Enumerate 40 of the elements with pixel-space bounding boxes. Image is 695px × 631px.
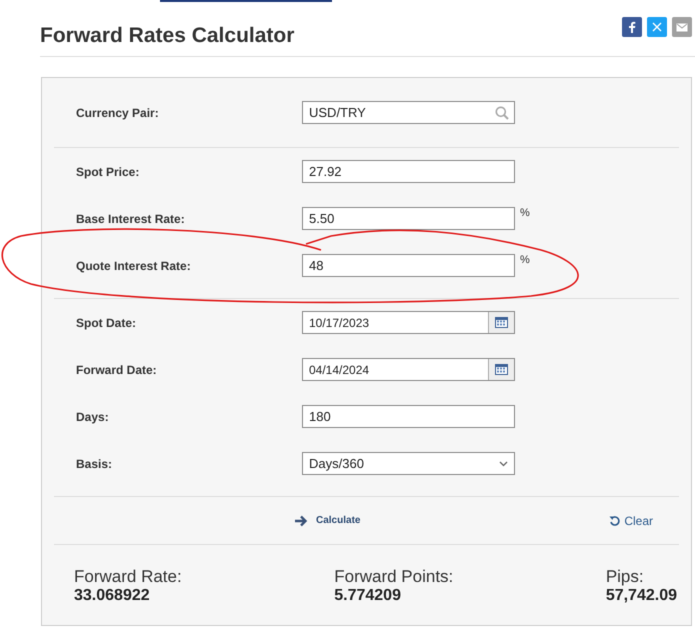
share-button[interactable] (647, 17, 667, 37)
result-label: Forward Points: (334, 567, 454, 587)
unit-label: % (520, 207, 530, 219)
input-field[interactable]: 48 (302, 254, 515, 277)
result-label: Forward Rate: (74, 567, 182, 587)
undo-icon (609, 515, 620, 526)
field-label: Currency Pair: (75, 106, 160, 120)
calendar-icon (495, 317, 508, 328)
result-value: 57,742.09 (606, 587, 677, 605)
field-label: Basis: (75, 456, 114, 470)
calendar-button[interactable] (488, 359, 514, 380)
field-label: Days: (75, 410, 110, 424)
calculate-button[interactable]: Calculate (290, 510, 364, 530)
result-label: Pips: (606, 567, 645, 587)
field-label: Quote Interest Rate: (75, 258, 192, 272)
clear-button[interactable]: Clear (609, 514, 653, 528)
calendar-icon (495, 364, 508, 375)
x-icon (652, 22, 662, 32)
date-field[interactable]: 04/14/2024 (302, 358, 515, 381)
result-value: 33.068922 (74, 587, 151, 605)
calendar-button[interactable] (488, 312, 514, 333)
share-button[interactable] (622, 17, 642, 37)
basis-select[interactable]: Days/360 (302, 452, 515, 475)
field-label: Base Interest Rate: (75, 212, 186, 226)
email-icon (676, 22, 688, 32)
result-value: 5.774209 (334, 587, 402, 605)
field-label: Forward Date: (75, 362, 158, 376)
search-icon (495, 106, 509, 120)
date-field[interactable]: 10/17/2023 (302, 311, 515, 334)
input-field[interactable]: 27.92 (302, 160, 515, 183)
field-label: Spot Date: (75, 316, 137, 330)
field-label: Spot Price: (75, 164, 140, 178)
chevron-down-icon (499, 460, 508, 466)
facebook-icon (628, 21, 636, 33)
input-field[interactable]: 5.50 (302, 207, 515, 230)
page-title: Forward Rates Calculator (40, 24, 294, 48)
unit-label: % (520, 254, 530, 266)
arrow-right-icon (294, 514, 308, 526)
currency-pair-field[interactable]: USD/TRY (302, 101, 515, 124)
input-field[interactable]: 180 (302, 405, 515, 428)
